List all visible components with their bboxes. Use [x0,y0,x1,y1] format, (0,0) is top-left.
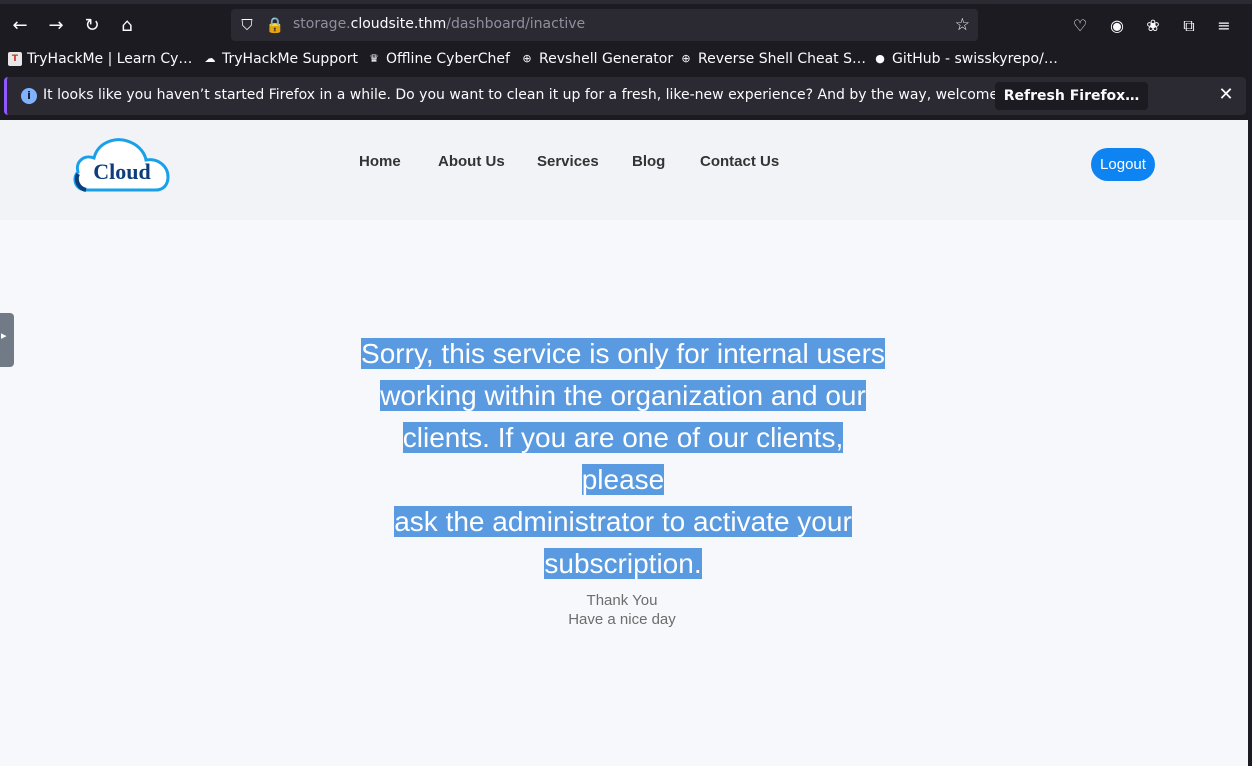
url-bar[interactable]: ⛉ 🔒 storage.cloudsite.thm/dashboard/inac… [231,9,978,41]
message-line: Sorry, this service is only for internal… [361,338,885,369]
extensions-icon[interactable]: ⧉ [1176,12,1202,40]
home-icon[interactable]: ⌂ [113,12,141,40]
message-line: clients. If you are one of our clients, … [402,422,844,495]
cloud-logo-icon[interactable]: Cloud [72,132,170,194]
shield-icon[interactable]: ⛉ [237,15,257,35]
svg-text:Cloud: Cloud [93,159,150,184]
thanks-line: Have a nice day [568,611,676,628]
info-icon: i [21,88,37,104]
back-icon[interactable]: ← [6,12,34,40]
lock-icon[interactable]: 🔒 [265,15,285,35]
forward-icon[interactable]: → [42,12,70,40]
globe-icon: ⊕ [522,52,532,65]
globe-icon: ⊕ [681,52,691,65]
bookmark-revshell[interactable]: ⊕ Revshell Generator [520,48,673,70]
close-icon[interactable]: ✕ [1214,83,1238,107]
url-text[interactable]: storage.cloudsite.thm/dashboard/inactive [293,16,585,32]
account-icon[interactable]: ◉ [1104,12,1130,40]
github-icon: ● [875,52,885,65]
thanks-line: Thank You [586,592,658,609]
chef-hat-icon: ♛ [369,52,379,65]
site-header: Cloud Home About Us Services Blog Contac… [0,120,1248,220]
nav-blog[interactable]: Blog [632,153,665,170]
extension-badge-icon[interactable]: ❀ [1140,12,1166,40]
logout-button[interactable]: Logout [1091,148,1155,181]
refresh-firefox-button[interactable]: Refresh Firefox… [995,82,1148,110]
window-edge [1248,120,1252,766]
inactive-message: Sorry, this service is only for internal… [358,333,888,585]
menu-icon[interactable]: ≡ [1211,12,1237,40]
cloud-icon: ☁ [204,52,216,65]
notification-box: i It looks like you haven’t started Fire… [4,77,1246,115]
nav-contact-us[interactable]: Contact Us [700,153,779,170]
thank-you-note: Thank You Have a nice day [522,591,722,629]
browser-toolbar: ← → ↻ ⌂ ⛉ 🔒 storage.cloudsite.thm/dashbo… [0,0,1252,44]
bookmark-reverse-shell[interactable]: ⊕ Reverse Shell Cheat S… [679,48,866,70]
bookmark-cyberchef[interactable]: ♛ Offline CyberChef [367,48,510,70]
message-line: subscription. [544,548,702,579]
nav-home[interactable]: Home [359,153,401,170]
pocket-icon[interactable]: ♡ [1067,12,1093,40]
notification-bar: i It looks like you haven’t started Fire… [0,74,1252,120]
bookmark-star-icon[interactable]: ☆ [955,15,970,35]
tryhackme-icon: T [8,52,22,66]
notification-text: It looks like you haven’t started Firefo… [43,87,1042,103]
page-content: Sorry, this service is only for internal… [0,220,1248,766]
bookmarks-bar: T TryHackMe | Learn Cy… ☁ TryHackMe Suppor… [0,44,1252,74]
side-panel-handle[interactable] [0,313,14,367]
bookmark-github[interactable]: ● GitHub - swisskyrepo/… [873,48,1058,70]
reload-icon[interactable]: ↻ [78,12,106,40]
nav-services[interactable]: Services [537,153,599,170]
nav-about-us[interactable]: About Us [438,153,505,170]
bookmark-tryhackme[interactable]: T TryHackMe | Learn Cy… [8,48,192,70]
message-line: ask the administrator to activate your [394,506,852,537]
bookmark-tryhackme-support[interactable]: ☁ TryHackMe Support [203,48,358,70]
message-line: working within the organization and our [380,380,866,411]
